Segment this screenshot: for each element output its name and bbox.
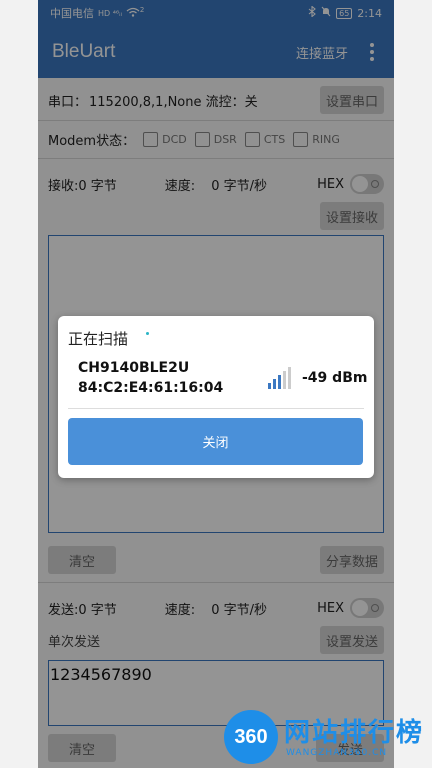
watermark-text: 网站排行榜 (284, 718, 425, 748)
device-name: CH9140BLE2U (78, 360, 190, 376)
signal-strength-icon (268, 367, 294, 389)
scanning-spinner-icon (146, 332, 149, 335)
divider (68, 408, 364, 409)
signal-bar (268, 383, 271, 389)
watermark-subtext: WANGZHAN360.CN (286, 748, 388, 758)
app-root: 中国电信 HD ⁴⁶ᵢₗ 2 65 2:14 BleUart 连接蓝牙 串口： … (0, 0, 432, 768)
signal-bar (288, 367, 291, 389)
signal-bar (278, 375, 281, 389)
signal-bar (273, 379, 276, 389)
watermark: 360 网站排行榜 WANGZHAN360.CN (220, 706, 432, 768)
device-mac: 84:C2:E4:61:16:04 (78, 380, 224, 396)
dialog-title: 正在扫描 (68, 330, 129, 348)
device-rssi: -49 dBm (302, 370, 368, 386)
close-button[interactable]: 关闭 (68, 418, 363, 465)
signal-bar (283, 371, 286, 389)
watermark-logo: 360 (224, 710, 278, 764)
scan-dialog: 正在扫描 CH9140BLE2U 84:C2:E4:61:16:04 -49 d… (58, 316, 374, 478)
